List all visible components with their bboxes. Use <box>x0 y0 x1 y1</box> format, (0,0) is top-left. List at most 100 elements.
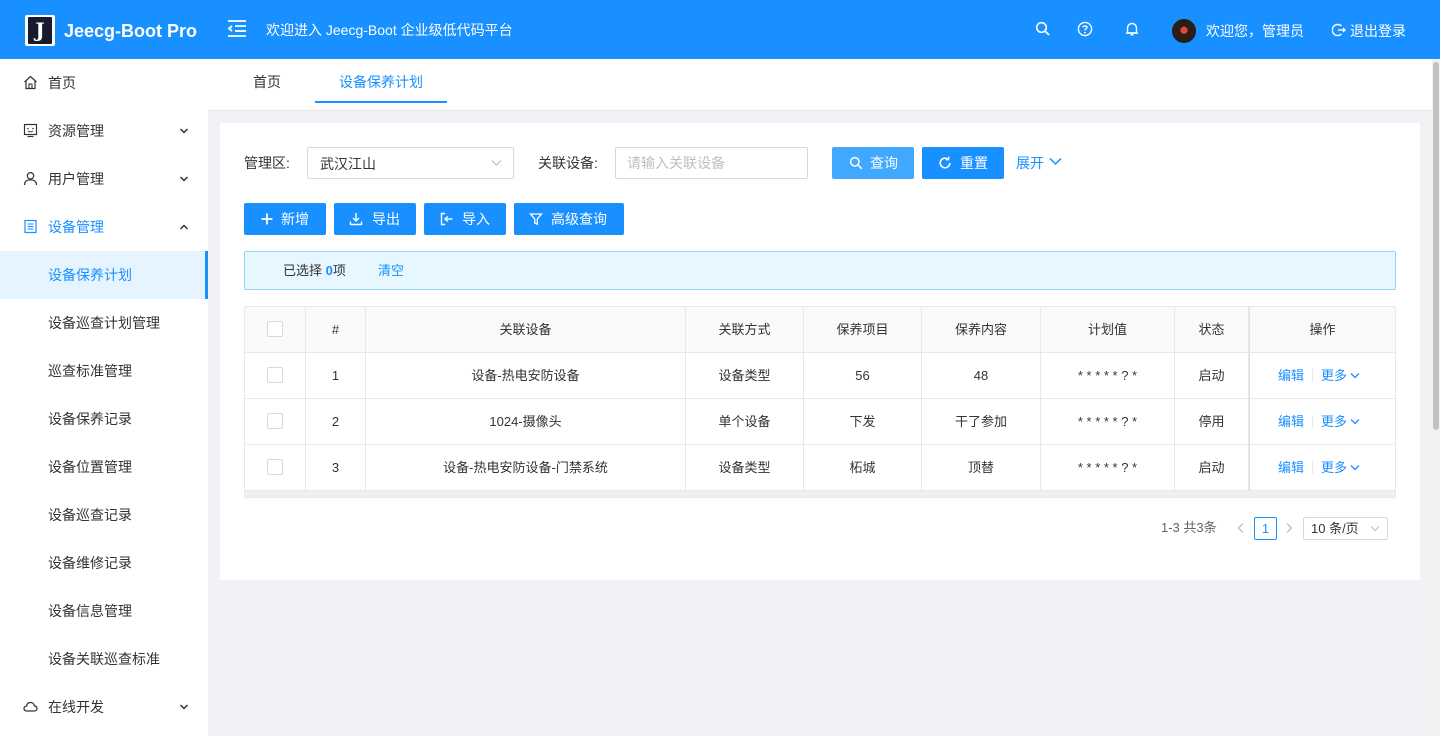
chevron-up-icon <box>179 224 189 230</box>
row-select-cell[interactable] <box>245 445 306 491</box>
sidebar-item-online-dev[interactable]: 在线开发 <box>0 683 208 731</box>
row-content: 干了参加 <box>922 399 1041 445</box>
header-title: 欢迎进入 Jeecg-Boot 企业级低代码平台 <box>266 22 513 38</box>
row-plan: * * * * * ? * <box>1041 399 1175 445</box>
area-label: 管理区: <box>244 155 290 171</box>
sidebar-item-home[interactable]: 首页 <box>0 59 208 107</box>
menu-fold-icon[interactable] <box>227 18 247 38</box>
sidebar-item-device-location[interactable]: 设备位置管理 <box>0 443 208 491</box>
pagination-total: 1-3 共3条 <box>1161 520 1217 535</box>
row-checkbox[interactable] <box>267 459 283 476</box>
edit-link[interactable]: 编辑 <box>1278 368 1304 383</box>
tab-bar: 首页 设备保养计划 <box>208 59 1432 111</box>
more-dropdown[interactable]: 更多 <box>1321 368 1360 383</box>
monitor-icon <box>23 123 38 138</box>
row-device: 1024-摄像头 <box>366 399 686 445</box>
row-plan: * * * * * ? * <box>1041 353 1175 399</box>
more-dropdown[interactable]: 更多 <box>1321 414 1360 429</box>
row-content: 48 <box>922 353 1041 399</box>
row-number: 1 <box>306 353 366 399</box>
reset-button[interactable]: 重置 <box>922 147 1004 179</box>
row-checkbox[interactable] <box>267 413 283 430</box>
row-checkbox[interactable] <box>267 367 283 384</box>
column-header: 计划值 <box>1041 307 1175 353</box>
pagination-page-1[interactable]: 1 <box>1254 517 1277 540</box>
avatar[interactable] <box>1172 19 1196 43</box>
area-select[interactable]: 武汉江山 <box>307 147 514 179</box>
select-all-checkbox[interactable] <box>267 321 283 338</box>
sidebar-item-maintenance-plan[interactable]: 设备保养计划 <box>0 251 208 299</box>
chevron-down-icon <box>1350 465 1360 471</box>
edit-link[interactable]: 编辑 <box>1278 414 1304 429</box>
sidebar-item-resources[interactable]: 资源管理 <box>0 107 208 155</box>
chevron-down-icon <box>179 128 189 134</box>
chevron-down-icon <box>491 160 502 166</box>
row-number: 3 <box>306 445 366 491</box>
expand-link[interactable]: 展开 <box>1016 153 1062 173</box>
sidebar-item-device-inspection-standard[interactable]: 设备关联巡查标准 <box>0 635 208 683</box>
more-dropdown[interactable]: 更多 <box>1321 460 1360 475</box>
app-logo: J <box>25 15 55 46</box>
table-row: 2 1024-摄像头 单个设备 下发 干了参加 * * * * * ? * 停用… <box>245 399 1395 445</box>
row-status: 启动 <box>1175 353 1249 399</box>
row-mode: 设备类型 <box>686 445 804 491</box>
row-item: 柘城 <box>804 445 922 491</box>
query-button[interactable]: 查询 <box>832 147 914 179</box>
home-icon <box>24 75 37 90</box>
clear-selection-link[interactable]: 清空 <box>378 262 404 280</box>
device-label: 关联设备: <box>538 155 598 171</box>
row-item: 下发 <box>804 399 922 445</box>
tab-home[interactable]: 首页 <box>244 59 290 111</box>
select-all-cell[interactable] <box>245 307 306 353</box>
logout-button[interactable]: 退出登录 <box>1332 22 1406 40</box>
device-search-input[interactable] <box>615 147 808 179</box>
table-header: # 关联设备 关联方式 保养项目 保养内容 计划值 状态 操作 <box>245 307 1395 353</box>
sidebar-item-maintenance-records[interactable]: 设备保养记录 <box>0 395 208 443</box>
sidebar-item-inspection-records[interactable]: 设备巡查记录 <box>0 491 208 539</box>
table-row: 1 设备-热电安防设备 设备类型 56 48 * * * * * ? * 启动 … <box>245 353 1395 399</box>
chevron-left-icon[interactable] <box>1236 522 1246 534</box>
row-status: 启动 <box>1175 445 1249 491</box>
chevron-down-icon <box>1350 419 1360 425</box>
page-size-select[interactable]: 10 条/页 <box>1303 517 1388 540</box>
sidebar-item-repair-records[interactable]: 设备维修记录 <box>0 539 208 587</box>
table-row: 3 设备-热电安防设备-门禁系统 设备类型 柘城 顶替 * * * * * ? … <box>245 445 1395 491</box>
bell-icon[interactable] <box>1124 21 1140 37</box>
search-icon <box>849 156 863 170</box>
row-actions: 编辑 更多 <box>1249 353 1395 399</box>
export-button[interactable]: 导出 <box>334 203 416 235</box>
welcome-user[interactable]: 欢迎您，管理员 <box>1206 22 1304 40</box>
app-name: Jeecg-Boot Pro <box>64 21 198 41</box>
sidebar-item-device-info[interactable]: 设备信息管理 <box>0 587 208 635</box>
search-icon[interactable] <box>1035 21 1051 37</box>
chevron-down-icon <box>179 176 189 182</box>
chevron-down-icon <box>1370 526 1380 532</box>
row-select-cell[interactable] <box>245 353 306 399</box>
row-status: 停用 <box>1175 399 1249 445</box>
sidebar-item-devices[interactable]: 设备管理 <box>0 203 208 251</box>
vertical-scrollbar[interactable] <box>1432 59 1440 736</box>
download-icon <box>349 213 363 226</box>
tab-maintenance-plan[interactable]: 设备保养计划 <box>315 59 447 111</box>
filter-icon <box>529 213 543 226</box>
add-button[interactable]: 新增 <box>244 203 326 235</box>
row-plan: * * * * * ? * <box>1041 445 1175 491</box>
sidebar-item-inspection-plan[interactable]: 设备巡查计划管理 <box>0 299 208 347</box>
import-button[interactable]: 导入 <box>424 203 506 235</box>
row-actions: 编辑 更多 <box>1249 399 1395 445</box>
import-icon <box>440 212 453 226</box>
selection-alert: 已选择 0项 清空 <box>244 251 1396 290</box>
column-header: 保养内容 <box>922 307 1041 353</box>
plus-icon <box>261 213 273 225</box>
edit-link[interactable]: 编辑 <box>1278 460 1304 475</box>
chevron-right-icon[interactable] <box>1284 522 1294 534</box>
table-horizontal-scrollbar[interactable] <box>245 491 1395 497</box>
chevron-down-icon <box>1350 373 1360 379</box>
help-icon[interactable] <box>1077 21 1093 37</box>
row-select-cell[interactable] <box>245 399 306 445</box>
advanced-query-button[interactable]: 高级查询 <box>514 203 624 235</box>
row-mode: 单个设备 <box>686 399 804 445</box>
sidebar-item-users[interactable]: 用户管理 <box>0 155 208 203</box>
sidebar-item-inspection-standard[interactable]: 巡查标准管理 <box>0 347 208 395</box>
user-icon <box>23 172 38 186</box>
